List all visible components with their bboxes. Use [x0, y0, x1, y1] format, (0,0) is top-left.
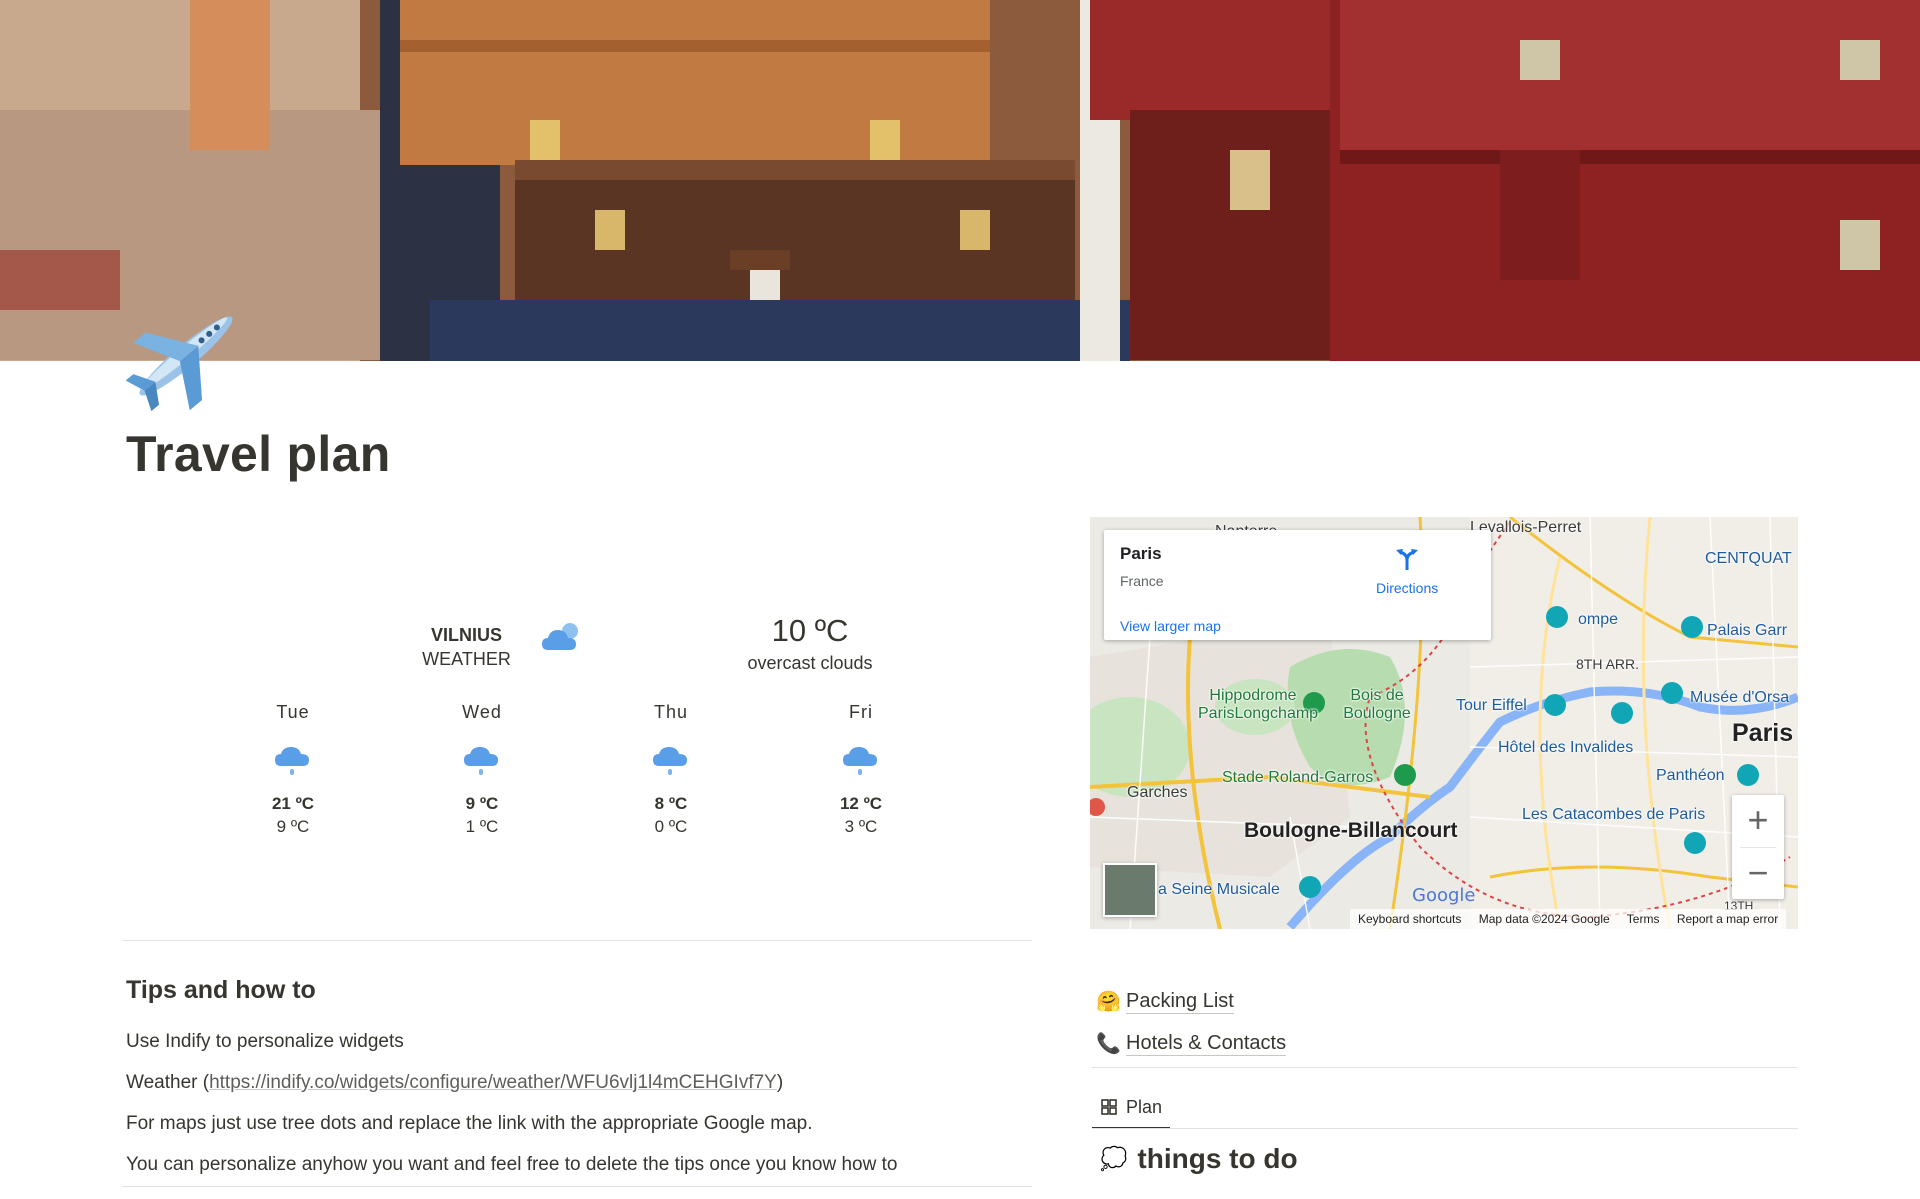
keyboard-shortcuts-link[interactable]: Keyboard shortcuts: [1358, 912, 1461, 926]
map-place-name: Paris: [1120, 544, 1162, 563]
forecast-low: 3 ºC: [844, 817, 878, 836]
forecast-day-name: Thu: [653, 702, 689, 722]
forecast-high: 21 ºC: [271, 794, 315, 813]
forecast-high: 9 ºC: [465, 794, 499, 813]
hotels-contacts-link[interactable]: 📞 Hotels & Contacts: [1096, 1022, 1287, 1064]
tips-text: ): [776, 1072, 784, 1093]
tab-plan[interactable]: Plan: [1092, 1087, 1171, 1129]
tips-line: You can personalize anyhow you want and …: [126, 1154, 898, 1175]
report-map-error-link[interactable]: Report a map error: [1677, 912, 1778, 926]
gallery-view-icon: [1101, 1099, 1117, 1115]
tips-heading: Tips and how to: [126, 976, 316, 1004]
google-map-embed[interactable]: Nanterre Levallois-Perret CENTQUAT ompe …: [1090, 517, 1798, 929]
divider: [122, 940, 1032, 941]
forecast-day: Wed 9 ºC 1 ºC: [412, 702, 552, 837]
page-links: 🤗 Packing List 📞 Hotels & Contacts: [1096, 980, 1287, 1064]
tips-line: Weather (https://indify.co/widgets/confi…: [126, 1062, 1046, 1103]
view-larger-map-link[interactable]: View larger map: [1120, 618, 1221, 634]
rain-cloud-icon: [275, 747, 309, 775]
forecast-low: 1 ºC: [465, 817, 499, 836]
map-label: 8TH ARR.: [1576, 656, 1640, 672]
packing-list-link[interactable]: 🤗 Packing List: [1096, 980, 1286, 1022]
map-label: Musée d'Orsa: [1690, 689, 1790, 706]
forecast-day-name: Wed: [462, 702, 502, 722]
tips-text: Weather (: [126, 1072, 210, 1093]
forecast-day: Tue 21 ºC 9 ºC: [223, 702, 363, 837]
cover-image: [0, 0, 1920, 361]
forecast-low: 9 ºC: [276, 817, 310, 836]
zoom-in-button[interactable]: +: [1732, 795, 1784, 847]
directions-button[interactable]: Directions: [1376, 580, 1438, 596]
tab-label: Plan: [1126, 1096, 1163, 1117]
map-label: Hôtel des Invalides: [1498, 739, 1634, 756]
divider: [1092, 1128, 1798, 1129]
weather-current-temp: 10 ºC: [771, 613, 849, 648]
section-title: things to do: [1137, 1143, 1298, 1174]
weather-widget[interactable]: VILNIUS WEATHER 10 ºC overcast clouds Tu…: [120, 510, 1040, 910]
weather-label: WEATHER: [422, 649, 511, 669]
map-data-text: Map data ©2024 Google: [1478, 912, 1610, 926]
map-label: Stade Roland-Garros: [1222, 769, 1374, 786]
airplane-icon[interactable]: [124, 296, 248, 416]
indify-link[interactable]: https://indify.co/widgets/configure/weat…: [209, 1072, 777, 1093]
zoom-controls: + −: [1732, 795, 1784, 899]
directions-icon[interactable]: [1394, 546, 1420, 572]
map-label: Bois de Boulogne: [1343, 687, 1411, 722]
map-label: CENTQUAT: [1705, 550, 1792, 567]
hugging-face-icon: 🤗: [1096, 989, 1121, 1013]
map-label: Boulogne-Billancourt: [1244, 819, 1458, 842]
map-label: Hippodrome ParisLongchamp: [1198, 687, 1319, 722]
rain-cloud-icon: [653, 747, 687, 775]
map-place-country: France: [1120, 573, 1164, 589]
map-label: ompe: [1578, 611, 1619, 628]
rain-cloud-icon: [843, 747, 877, 775]
link-label: Packing List: [1126, 989, 1234, 1014]
map-label: a Seine Musicale: [1158, 881, 1280, 898]
tips-section: Tips and how to Use Indify to personaliz…: [126, 976, 1046, 1185]
map-attribution: Keyboard shortcuts Map data ©2024 Google…: [1350, 909, 1787, 929]
map-label: Panthéon: [1656, 767, 1725, 784]
map-info-card: Paris France View larger map Directions: [1104, 530, 1491, 640]
forecast-high: 8 ºC: [654, 794, 688, 813]
forecast-day: Fri 12 ºC 3 ºC: [791, 702, 931, 837]
forecast-day-name: Tue: [276, 702, 310, 722]
partly-cloudy-icon: [542, 623, 578, 650]
forecast-high: 12 ºC: [839, 794, 883, 813]
page-title[interactable]: Travel plan: [126, 425, 391, 483]
map-label: Tour Eiffel: [1456, 697, 1527, 714]
terms-link[interactable]: Terms: [1627, 912, 1660, 926]
link-label: Hotels & Contacts: [1126, 1031, 1287, 1056]
google-logo: Google: [1412, 885, 1476, 906]
weather-current-desc: overcast clouds: [747, 653, 873, 673]
telephone-icon: 📞: [1096, 1031, 1121, 1055]
forecast-day: Thu 8 ºC 0 ºC: [601, 702, 741, 837]
forecast-low: 0 ºC: [654, 817, 688, 836]
map-label: Garches: [1127, 784, 1188, 801]
forecast-day-name: Fri: [849, 702, 873, 722]
tips-line: Use Indify to personalize widgets: [126, 1031, 404, 1052]
zoom-out-button[interactable]: −: [1732, 848, 1784, 899]
rain-cloud-icon: [464, 747, 498, 775]
map-label: Les Catacombes de Paris: [1522, 806, 1706, 823]
map-label: Paris: [1732, 719, 1794, 747]
tips-line: For maps just use tree dots and replace …: [126, 1113, 813, 1134]
divider: [122, 1186, 1032, 1187]
map-label: Palais Garr: [1707, 622, 1788, 639]
things-to-do-heading[interactable]: 💭 things to do: [1100, 1143, 1298, 1175]
divider: [1092, 1067, 1798, 1068]
satellite-toggle[interactable]: [1103, 863, 1157, 917]
thought-bubble-icon: 💭: [1100, 1146, 1128, 1172]
